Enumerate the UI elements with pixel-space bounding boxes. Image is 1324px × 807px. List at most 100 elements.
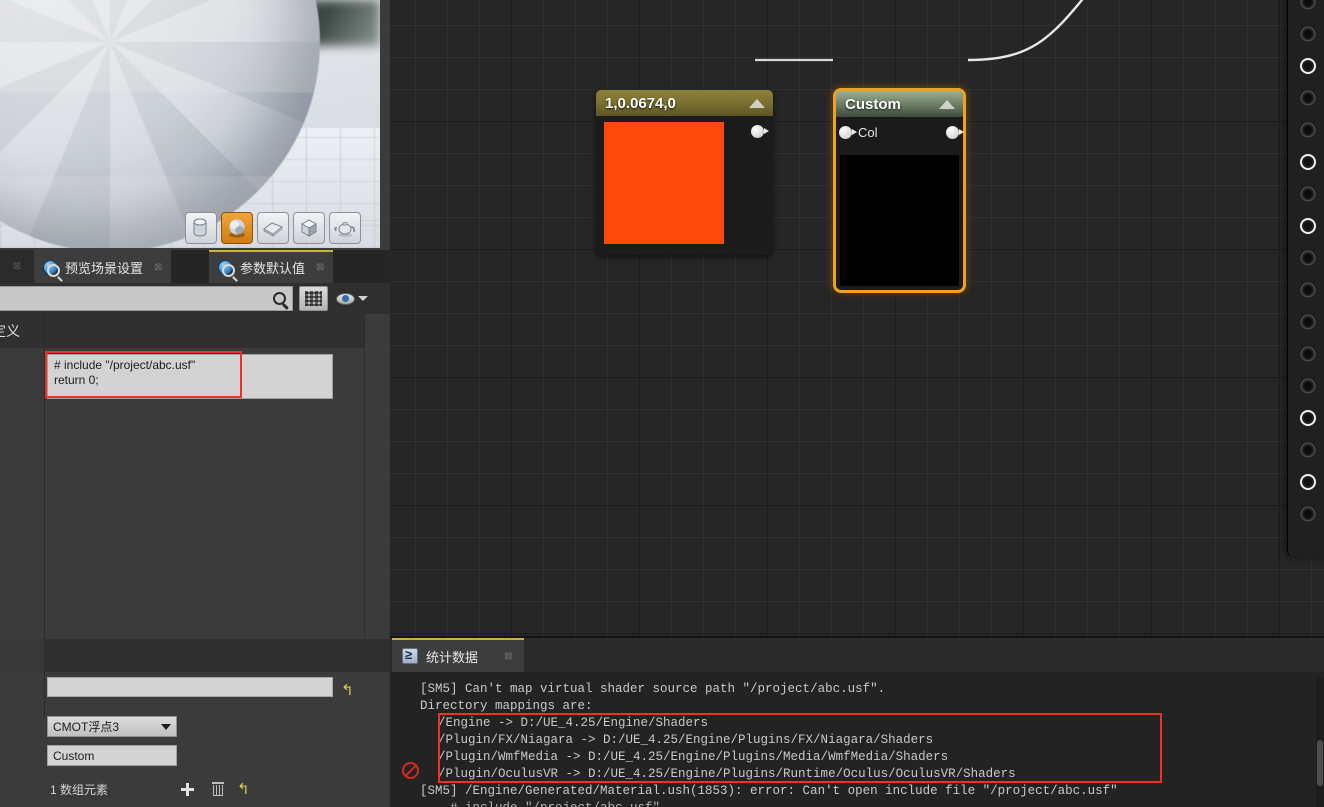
wire-custom-to-output — [967, 0, 1084, 62]
grid-view-icon — [305, 291, 322, 306]
strip-left-cap — [0, 639, 44, 672]
node-header[interactable]: Custom — [836, 91, 963, 117]
output-node-pin-17[interactable] — [1302, 508, 1314, 520]
output-node-pin-1[interactable] — [1302, 0, 1314, 8]
output-node-pin-6[interactable] — [1302, 156, 1314, 168]
log-scrollbar-thumb[interactable] — [1317, 740, 1323, 786]
details-search-row — [0, 283, 390, 314]
log-line: /Plugin/FX/Niagara -> D:/UE_4.25/Engine/… — [438, 733, 934, 747]
log-line: /Plugin/OculusVR -> D:/UE_4.25/Engine/Pl… — [438, 767, 1016, 781]
shape-button-sphere[interactable] — [221, 212, 253, 244]
search-input[interactable] — [5, 291, 273, 306]
trash-icon[interactable] — [212, 782, 224, 796]
output-pin[interactable] — [751, 124, 769, 138]
output-node-pin-3[interactable] — [1302, 60, 1314, 72]
output-node-pin-5[interactable] — [1302, 124, 1314, 136]
triangle-up-icon[interactable] — [939, 99, 955, 109]
details-section-strip — [0, 639, 390, 672]
log-line: # include "/project/abc.usf" — [420, 800, 660, 807]
close-icon[interactable]: ⊠ — [154, 262, 162, 273]
output-node-pin-7[interactable] — [1302, 188, 1314, 200]
node-constant3[interactable]: 1,0.0674,0 — [596, 90, 773, 255]
node-custom[interactable]: Custom Col — [833, 88, 966, 293]
tab-preview-scene-settings[interactable]: 预览场景设置 ⊠ — [34, 250, 172, 283]
statistics-log-panel: 统计数据 ⊠ [SM5] Can't map virtual shader so… — [390, 638, 1324, 807]
input-pin-label: Col — [858, 124, 878, 140]
code-text-field[interactable]: # include "/project/abc.usf" return 0; — [47, 354, 333, 399]
tab-label: 参数默认值 — [240, 261, 306, 276]
log-tab-bar: 统计数据 ⊠ — [390, 638, 1324, 672]
tab-label: 统计数据 — [426, 649, 479, 665]
plus-icon[interactable] — [180, 782, 195, 797]
output-node-pin-8[interactable] — [1302, 220, 1314, 232]
log-line: Directory mappings are: — [420, 699, 593, 713]
preview-shape-toolbar[interactable] — [185, 212, 361, 244]
sphere-noise-texture — [0, 0, 320, 248]
input-pin-col[interactable] — [839, 125, 857, 139]
details-panel: 定义 # include "/project/abc.usf" return 0… — [0, 314, 390, 798]
output-node-pin-2[interactable] — [1302, 28, 1314, 40]
tab-statistics[interactable]: 统计数据 ⊠ — [392, 638, 525, 672]
info-icon — [218, 260, 235, 277]
output-node-pin-10[interactable] — [1302, 284, 1314, 296]
bottom-text-field[interactable] — [47, 677, 333, 697]
log-scrollbar[interactable] — [1316, 678, 1324, 807]
search-box[interactable] — [0, 286, 293, 311]
teapot-icon — [334, 222, 355, 237]
output-type-dropdown[interactable]: CMOT浮点3 — [47, 716, 177, 737]
chevron-down-icon — [161, 723, 171, 730]
node-material-output[interactable] — [1287, 0, 1324, 557]
cylinder-icon — [193, 218, 207, 237]
tab-bar-left-stub: ⊠ — [0, 250, 34, 283]
output-node-pin-16[interactable] — [1302, 476, 1314, 488]
output-node-pin-4[interactable] — [1302, 92, 1314, 104]
reset-arrow-icon[interactable]: ↱ — [237, 780, 250, 798]
node-body: 1,0.0674,0 — [596, 90, 773, 255]
output-node-pin-13[interactable] — [1302, 380, 1314, 392]
description-value: Custom — [53, 748, 95, 763]
close-icon[interactable]: ⊠ — [504, 651, 512, 662]
tab-label: 预览场景设置 — [65, 261, 144, 276]
visibility-dropdown-button[interactable] — [336, 292, 368, 305]
shape-button-plane[interactable] — [257, 212, 289, 244]
output-node-pin-11[interactable] — [1302, 316, 1314, 328]
output-pin[interactable] — [946, 125, 964, 139]
shape-button-cylinder[interactable] — [185, 212, 217, 244]
output-node-pin-14[interactable] — [1302, 412, 1314, 424]
cube-icon — [300, 219, 318, 237]
material-preview-viewport[interactable] — [0, 0, 380, 248]
triangle-up-icon[interactable] — [749, 98, 765, 108]
constant-color-swatch — [604, 122, 724, 244]
output-node-pin-9[interactable] — [1302, 252, 1314, 264]
log-line: [SM5] /Engine/Generated/Material.ush(185… — [420, 784, 1118, 798]
node-header[interactable]: 1,0.0674,0 — [596, 90, 773, 116]
bottom-column-divider — [44, 672, 45, 717]
material-node-graph[interactable]: 1,0.0674,0 Custom Col — [390, 0, 1324, 638]
section-header-label: 定义 — [0, 323, 20, 339]
details-tab-bar: ⊠ 预览场景设置 ⊠ 参数默认值 ⊠ — [0, 250, 390, 283]
node-title: Custom — [845, 95, 901, 113]
info-icon — [43, 260, 60, 277]
log-line: /Plugin/WmfMedia -> D:/UE_4.25/Engine/Pl… — [438, 750, 949, 764]
array-row-label: 1 数组元素 — [50, 782, 109, 797]
reset-arrow-icon[interactable]: ↱ — [341, 681, 354, 699]
close-icon[interactable]: ⊠ — [13, 261, 21, 272]
node-title: 1,0.0674,0 — [605, 94, 676, 112]
details-column-divider — [44, 314, 45, 639]
log-output-body[interactable]: [SM5] Can't map virtual shader source pa… — [390, 678, 1324, 807]
sphere-icon — [229, 219, 245, 238]
preview-sphere-mesh[interactable] — [0, 0, 320, 248]
node-body: Custom Col — [833, 88, 966, 293]
description-text-field[interactable]: Custom — [47, 745, 177, 766]
visibility-eye-icon — [336, 292, 355, 305]
tab-parameter-defaults[interactable]: 参数默认值 ⊠ — [209, 250, 334, 283]
output-node-pin-15[interactable] — [1302, 444, 1314, 456]
console-icon — [402, 647, 418, 664]
output-node-pin-12[interactable] — [1302, 348, 1314, 360]
chevron-down-icon — [358, 296, 368, 301]
shape-button-cube[interactable] — [293, 212, 325, 244]
close-icon[interactable]: ⊠ — [316, 262, 324, 273]
shape-button-teapot[interactable] — [329, 212, 361, 244]
additional-defines-array-row: 1 数组元素 ↱ — [50, 780, 350, 798]
grid-view-button[interactable] — [299, 286, 328, 311]
